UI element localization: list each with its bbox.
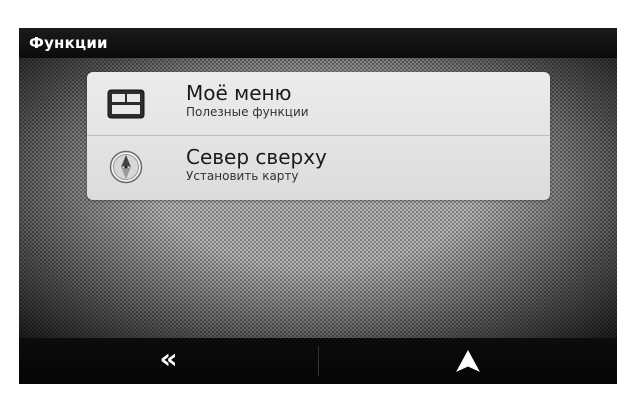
menu-item-title: Моё меню [186,81,292,105]
back-button[interactable]: « [19,338,318,384]
title-bar: Функции [19,28,617,58]
navigation-button[interactable] [318,338,617,384]
menu-item-my-menu[interactable]: Моё меню Полезные функции [87,72,550,135]
menu-item-text: Север сверху Установить карту [186,146,327,183]
device-screen: Функции Моё меню Полезные функции Север … [19,28,617,384]
compass-north-up-icon [107,150,145,184]
content-area: Моё меню Полезные функции Север сверху У… [19,58,617,338]
menu-item-text: Моё меню Полезные функции [186,82,309,119]
navigation-arrow-icon [455,350,480,372]
menu-item-subtitle: Полезные функции [186,105,309,119]
menu-item-north-up[interactable]: Север сверху Установить карту [87,135,550,198]
double-chevron-left-icon: « [159,342,178,375]
functions-menu-panel: Моё меню Полезные функции Север сверху У… [87,72,550,200]
bottom-toolbar: « [19,338,617,384]
menu-item-subtitle: Установить карту [186,169,299,183]
my-menu-grid-icon [107,89,145,119]
page-title: Функции [29,34,108,52]
menu-item-title: Север сверху [186,145,327,169]
page: Функции Моё меню Полезные функции Север … [0,0,617,400]
